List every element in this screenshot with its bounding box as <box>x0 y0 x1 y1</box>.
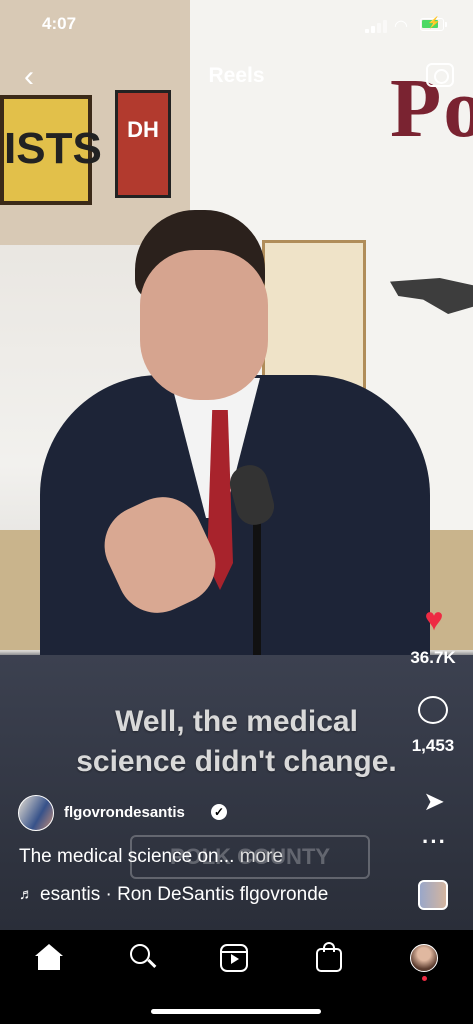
background-sign-dh: DH <box>115 90 171 198</box>
battery-tip <box>445 22 447 27</box>
more-icon[interactable]: ··· <box>422 831 446 853</box>
heart-icon[interactable]: ♥ <box>419 603 449 635</box>
status-bar: 4:07 ◠ ⚡ <box>0 0 473 52</box>
status-time: 4:07 <box>42 14 77 33</box>
music-note-icon: ♬ <box>19 886 34 903</box>
audio-track[interactable]: esantis · Ron DeSantis flgovronde <box>40 884 385 906</box>
reels-icon[interactable] <box>220 944 248 972</box>
shop-icon[interactable] <box>316 942 342 972</box>
speaker <box>40 210 430 675</box>
profile-icon[interactable] <box>410 944 438 972</box>
audio-thumbnail[interactable] <box>418 880 448 910</box>
post-caption[interactable]: The medical science on... more <box>19 846 283 868</box>
speaker-face <box>140 250 268 400</box>
send-icon[interactable]: ➤ <box>420 787 448 815</box>
verified-icon: ✓ <box>211 804 227 820</box>
page-title: Reels <box>208 64 265 87</box>
battery-icon: ⚡ <box>420 17 444 31</box>
camera-icon[interactable] <box>426 63 454 87</box>
avatar[interactable] <box>18 795 54 831</box>
username[interactable]: flgovrondesantis <box>64 804 185 821</box>
background-sign: ISTS <box>0 95 102 205</box>
comment-icon[interactable] <box>418 696 448 724</box>
comment-count[interactable]: 1,453 <box>400 736 466 756</box>
like-count[interactable]: 36.7K <box>400 648 466 668</box>
signal-icon <box>365 19 387 33</box>
caption-more-link[interactable]: more <box>234 846 283 867</box>
home-icon[interactable] <box>33 942 65 974</box>
wifi-icon: ◠ <box>394 18 408 35</box>
search-icon[interactable] <box>128 942 160 974</box>
notification-dot <box>422 976 427 981</box>
reel-video[interactable]: ISTS DH Po Well, the medical science did… <box>0 0 473 930</box>
home-indicator <box>151 1009 321 1014</box>
caption-text: The medical science on... <box>19 846 235 867</box>
